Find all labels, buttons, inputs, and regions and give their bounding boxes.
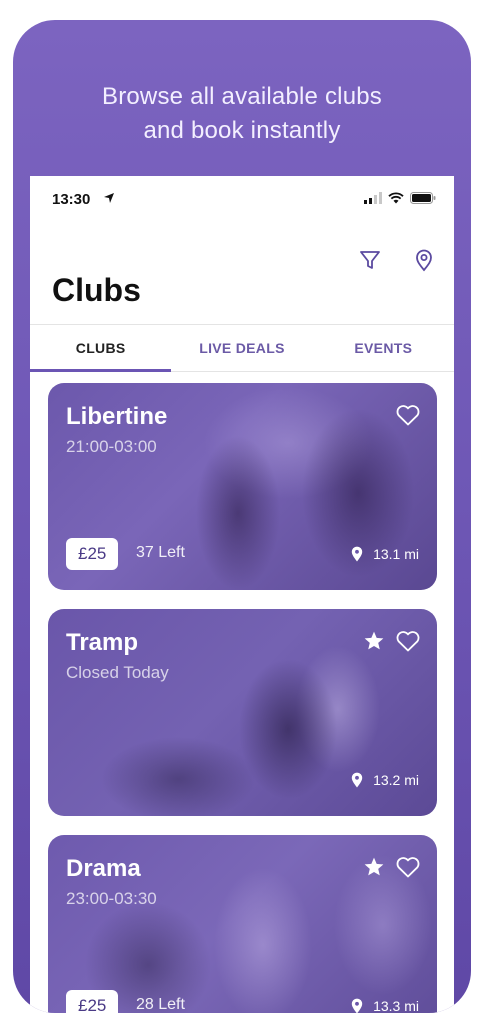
map-pin-icon[interactable]: [412, 248, 436, 272]
heart-icon[interactable]: [395, 629, 421, 653]
distance: 13.3 mi: [351, 998, 419, 1013]
club-hours: 23:00-03:30: [66, 889, 157, 908]
star-icon: [364, 857, 384, 876]
battery-icon: [410, 192, 436, 204]
tab-live-deals[interactable]: LIVE DEALS: [171, 325, 312, 371]
club-card-tramp[interactable]: Tramp Closed Today 13.2 mi: [48, 609, 437, 816]
heart-icon[interactable]: [395, 855, 421, 879]
club-card-drama[interactable]: Drama 23:00-03:30 £25 28 Left 13.3 mi: [48, 835, 437, 1013]
page-title: Clubs: [52, 272, 141, 308]
tab-bar: CLUBS LIVE DEALS EVENTS: [30, 324, 454, 372]
club-hours: 21:00-03:00: [66, 437, 157, 456]
card-actions: [363, 855, 421, 879]
distance: 13.2 mi: [351, 772, 419, 788]
tab-events[interactable]: EVENTS: [313, 325, 454, 371]
status-time: 13:30: [52, 191, 91, 208]
tickets-left: 28 Left: [136, 996, 185, 1013]
status-icons: [364, 192, 436, 204]
distance-value: 13.3 mi: [373, 998, 419, 1013]
card-actions: [363, 629, 421, 653]
location-pin-icon: [351, 546, 363, 562]
card-actions: [395, 403, 421, 427]
location-pin-icon: [351, 998, 363, 1013]
tab-clubs[interactable]: CLUBS: [30, 325, 172, 372]
distance-value: 13.2 mi: [373, 772, 419, 788]
phone-screen: 13:30 Clubs CLUBS LIVE DEALS EVENTS Libe…: [30, 176, 454, 1013]
club-card-libertine[interactable]: Libertine 21:00-03:00 £25 37 Left 13.1 m…: [48, 383, 437, 590]
club-name: Drama: [66, 855, 141, 882]
signal-icon: [364, 192, 382, 204]
promo-headline-line2: and book instantly: [143, 117, 341, 144]
club-list: Libertine 21:00-03:00 £25 37 Left 13.1 m…: [48, 383, 437, 1013]
club-name: Libertine: [66, 403, 168, 430]
promo-headline-line1: Browse all available clubs: [101, 83, 382, 110]
location-pin-icon: [351, 772, 363, 788]
heart-icon[interactable]: [395, 403, 421, 427]
toolbar: [358, 248, 436, 272]
filter-icon[interactable]: [358, 248, 382, 272]
wifi-icon: [388, 192, 404, 204]
tickets-left: 37 Left: [136, 544, 185, 561]
status-bar: 13:30: [30, 176, 454, 220]
distance: 13.1 mi: [351, 546, 419, 562]
club-name: Tramp: [66, 629, 139, 656]
promo-headline: Browse all available clubs and book inst…: [13, 80, 471, 148]
star-icon: [364, 631, 384, 650]
club-hours: Closed Today: [66, 663, 169, 682]
location-arrow-icon: [104, 193, 114, 203]
promo-card: Browse all available clubs and book inst…: [13, 20, 471, 1013]
distance-value: 13.1 mi: [373, 546, 419, 562]
price-badge: £25: [66, 990, 119, 1013]
price-badge: £25: [66, 538, 119, 570]
